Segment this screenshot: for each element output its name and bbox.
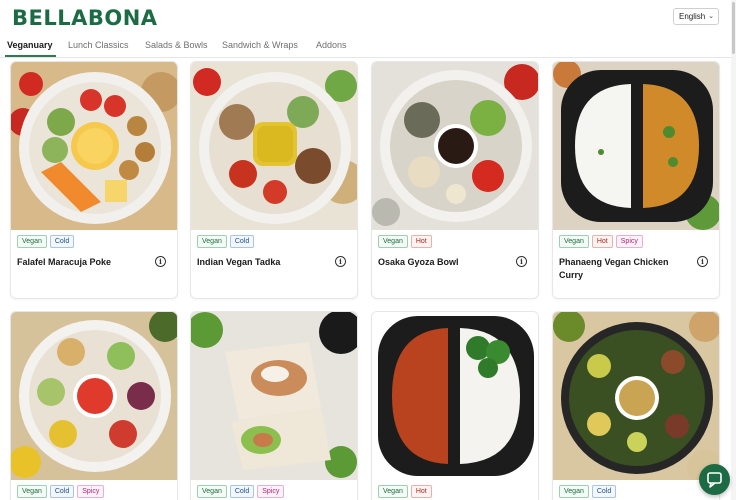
product-card[interactable]: Vegan Cold Spicy — [190, 311, 358, 500]
product-title[interactable]: Falafel Maracuja Poke — [17, 256, 147, 269]
tag-list: Vegan Cold — [17, 235, 75, 248]
info-icon[interactable]: i — [335, 256, 346, 267]
tag-vegan: Vegan — [378, 235, 408, 248]
chat-button[interactable] — [699, 464, 730, 495]
tag-cold: Cold — [49, 485, 75, 498]
tag-list: Vegan Cold — [197, 235, 255, 248]
product-card[interactable]: Vegan Hot Spicy Phanaeng Vegan Chicken C… — [552, 61, 720, 299]
product-title[interactable]: Indian Vegan Tadka — [197, 256, 327, 269]
tag-vegan: Vegan — [378, 485, 408, 498]
tag-cold: Cold — [229, 235, 255, 248]
product-title[interactable]: Phanaeng Vegan Chicken Curry — [559, 256, 689, 282]
tag-vegan: Vegan — [17, 235, 47, 248]
tag-vegan: Vegan — [559, 235, 589, 248]
product-title[interactable]: Osaka Gyoza Bowl — [378, 256, 508, 269]
scrollbar[interactable] — [731, 0, 736, 500]
product-card[interactable]: Vegan Cold Spicy — [10, 311, 178, 500]
tag-spicy: Spicy — [77, 485, 105, 498]
tag-list: Vegan Hot Spicy — [559, 235, 643, 248]
tag-hot: Hot — [410, 485, 432, 498]
tag-hot: Hot — [591, 235, 613, 248]
product-card[interactable]: Vegan Hot — [371, 311, 539, 500]
product-grid: Vegan Cold Falafel Maracuja Poke i Vegan… — [0, 0, 736, 500]
info-icon[interactable]: i — [155, 256, 166, 267]
tadka-bowl-icon — [191, 62, 357, 230]
falafel-bowl-icon — [11, 62, 177, 230]
gyoza-bowl-icon — [372, 62, 538, 230]
tag-list: Vegan Cold — [559, 485, 617, 498]
tag-vegan: Vegan — [17, 485, 47, 498]
salad-bowl-icon — [11, 312, 177, 480]
tag-vegan: Vegan — [197, 485, 227, 498]
scrollbar-thumb[interactable] — [732, 2, 735, 54]
wrap-icon — [191, 312, 357, 480]
product-card[interactable]: Vegan Cold Indian Vegan Tadka i — [190, 61, 358, 299]
tofu-salad-icon — [553, 312, 719, 480]
soup-tray-icon — [372, 312, 538, 480]
product-card[interactable]: Vegan Cold Falafel Maracuja Poke i — [10, 61, 178, 299]
product-card[interactable]: Vegan Hot Osaka Gyoza Bowl i — [371, 61, 539, 299]
curry-tray-icon — [553, 62, 719, 230]
tag-hot: Hot — [410, 235, 432, 248]
chat-bubble-icon — [707, 472, 722, 488]
info-icon[interactable]: i — [697, 256, 708, 267]
tag-vegan: Vegan — [559, 485, 589, 498]
tag-vegan: Vegan — [197, 235, 227, 248]
tag-spicy: Spicy — [257, 485, 285, 498]
tag-spicy: Spicy — [615, 235, 643, 248]
tag-list: Vegan Cold Spicy — [17, 485, 105, 498]
tag-cold: Cold — [49, 235, 75, 248]
tag-cold: Cold — [229, 485, 255, 498]
tag-list: Vegan Hot — [378, 485, 432, 498]
tag-list: Vegan Cold Spicy — [197, 485, 285, 498]
tag-list: Vegan Hot — [378, 235, 432, 248]
tag-cold: Cold — [591, 485, 617, 498]
product-card[interactable]: Vegan Cold — [552, 311, 720, 500]
info-icon[interactable]: i — [516, 256, 527, 267]
